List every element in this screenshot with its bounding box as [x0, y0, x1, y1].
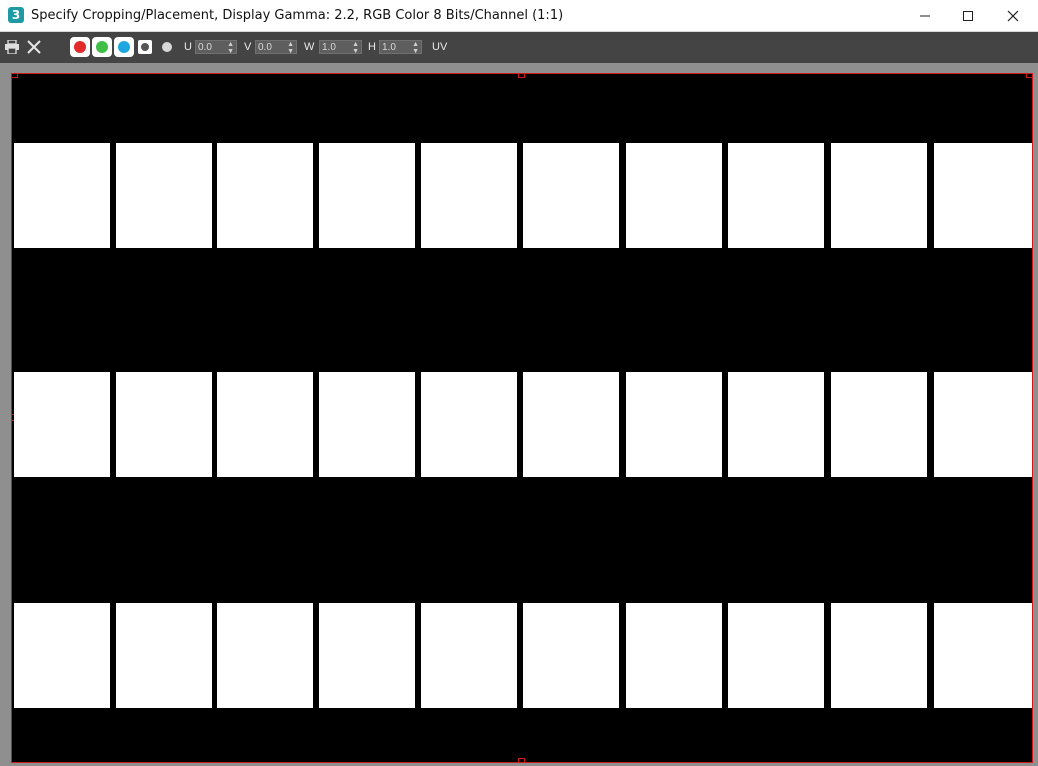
- h-label: H: [368, 41, 376, 53]
- image-tile: [116, 372, 212, 477]
- minimize-icon: [920, 15, 930, 16]
- close-x-icon[interactable]: [26, 39, 42, 55]
- red-channel-button[interactable]: [70, 37, 90, 57]
- minimize-button[interactable]: [902, 0, 948, 31]
- maximize-icon: [963, 10, 973, 21]
- image-tile: [831, 603, 927, 708]
- image-tile: [626, 143, 722, 248]
- image-tile: [319, 603, 415, 708]
- image-tile: [14, 372, 110, 477]
- image-tile: [728, 603, 824, 708]
- image-tile: [934, 603, 1032, 708]
- close-button[interactable]: [990, 0, 1036, 31]
- alpha-channel-icon[interactable]: [138, 40, 152, 54]
- image-tile: [217, 372, 313, 477]
- u-label: U: [184, 41, 192, 53]
- image-tile: [523, 143, 619, 248]
- image-tile: [116, 603, 212, 708]
- maximize-button[interactable]: [945, 0, 991, 31]
- image-tile: [523, 372, 619, 477]
- image-tile: [831, 372, 927, 477]
- window-title: Specify Cropping/Placement, Display Gamm…: [31, 8, 564, 23]
- image-tile: [14, 143, 110, 248]
- image-tile: [523, 603, 619, 708]
- w-spinner[interactable]: 1.0 ▲ ▼: [319, 40, 362, 55]
- image-tile: [934, 372, 1032, 477]
- image-tile: [934, 143, 1032, 248]
- app-icon: 3: [8, 7, 24, 23]
- image-tile: [626, 372, 722, 477]
- monochrome-dot-icon[interactable]: [162, 42, 172, 52]
- blue-channel-button[interactable]: [114, 37, 134, 57]
- red-channel-icon: [74, 41, 86, 53]
- image-tile: [626, 603, 722, 708]
- crop-handle-top[interactable]: [518, 73, 525, 78]
- image-tile: [14, 603, 110, 708]
- v-value: 0.0: [258, 42, 272, 53]
- crop-handle-bottom[interactable]: [518, 758, 525, 763]
- image-tile: [421, 603, 517, 708]
- image-tile: [421, 372, 517, 477]
- image-tile: [319, 372, 415, 477]
- green-channel-icon: [96, 41, 108, 53]
- title-bar: 3 Specify Cropping/Placement, Display Ga…: [0, 0, 1038, 32]
- image-tile: [217, 143, 313, 248]
- w-label: W: [304, 41, 315, 53]
- uv-toggle[interactable]: UV: [432, 41, 447, 53]
- crop-handle-top-left[interactable]: [11, 73, 18, 78]
- image-tile: [217, 603, 313, 708]
- w-value: 1.0: [322, 42, 336, 53]
- v-spinner[interactable]: 0.0 ▲ ▼: [255, 40, 297, 55]
- u-value: 0.0: [198, 42, 212, 53]
- u-spinner[interactable]: 0.0 ▲ ▼: [195, 40, 237, 55]
- green-channel-button[interactable]: [92, 37, 112, 57]
- image-tile: [728, 372, 824, 477]
- blue-channel-icon: [118, 41, 130, 53]
- image-tile: [116, 143, 212, 248]
- image-display[interactable]: [11, 73, 1033, 763]
- close-icon: [1007, 10, 1019, 21]
- crop-handle-top-right[interactable]: [1026, 73, 1033, 78]
- image-tile: [728, 143, 824, 248]
- print-icon[interactable]: [4, 39, 20, 55]
- h-value: 1.0: [382, 42, 396, 53]
- image-tile: [421, 143, 517, 248]
- h-spinner[interactable]: 1.0 ▲ ▼: [379, 40, 422, 55]
- image-tile: [319, 143, 415, 248]
- v-label: V: [244, 41, 252, 53]
- image-tile: [831, 143, 927, 248]
- toolbar: U 0.0 ▲ ▼ V 0.0 ▲ ▼ W 1.0 ▲ ▼ H 1.0 ▲ ▼ UV: [0, 32, 1038, 63]
